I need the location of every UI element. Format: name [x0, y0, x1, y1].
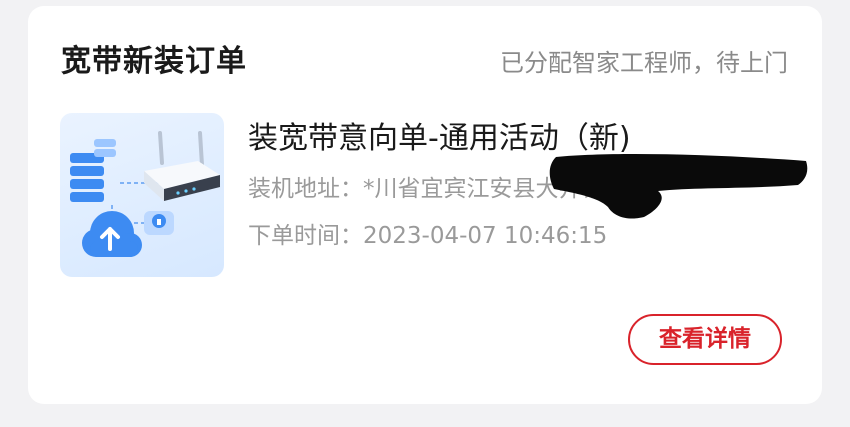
- install-address: 装机地址：*川省宜宾江安县大井镇: [248, 174, 792, 204]
- order-time: 下单时间：2023-04-07 10:46:15: [248, 221, 607, 251]
- order-card: 宽带新装订单 已分配智家工程师，待上门 装宽带意向单-通用活动（新) 装机地址：…: [28, 6, 822, 404]
- time-label: 下单时间：: [248, 223, 363, 249]
- card-title: 宽带新装订单: [61, 44, 247, 79]
- address-value: *川省宜宾江安县大井镇: [363, 176, 605, 202]
- router-illustration: [70, 131, 220, 257]
- order-status: 已分配智家工程师，待上门: [500, 49, 788, 77]
- time-value: 2023-04-07 10:46:15: [363, 223, 608, 249]
- order-name: 装宽带意向单-通用活动（新): [248, 121, 631, 156]
- broadband-router-icon: [60, 113, 224, 277]
- view-details-button[interactable]: 查看详情: [628, 314, 782, 365]
- address-label: 装机地址：: [248, 176, 363, 202]
